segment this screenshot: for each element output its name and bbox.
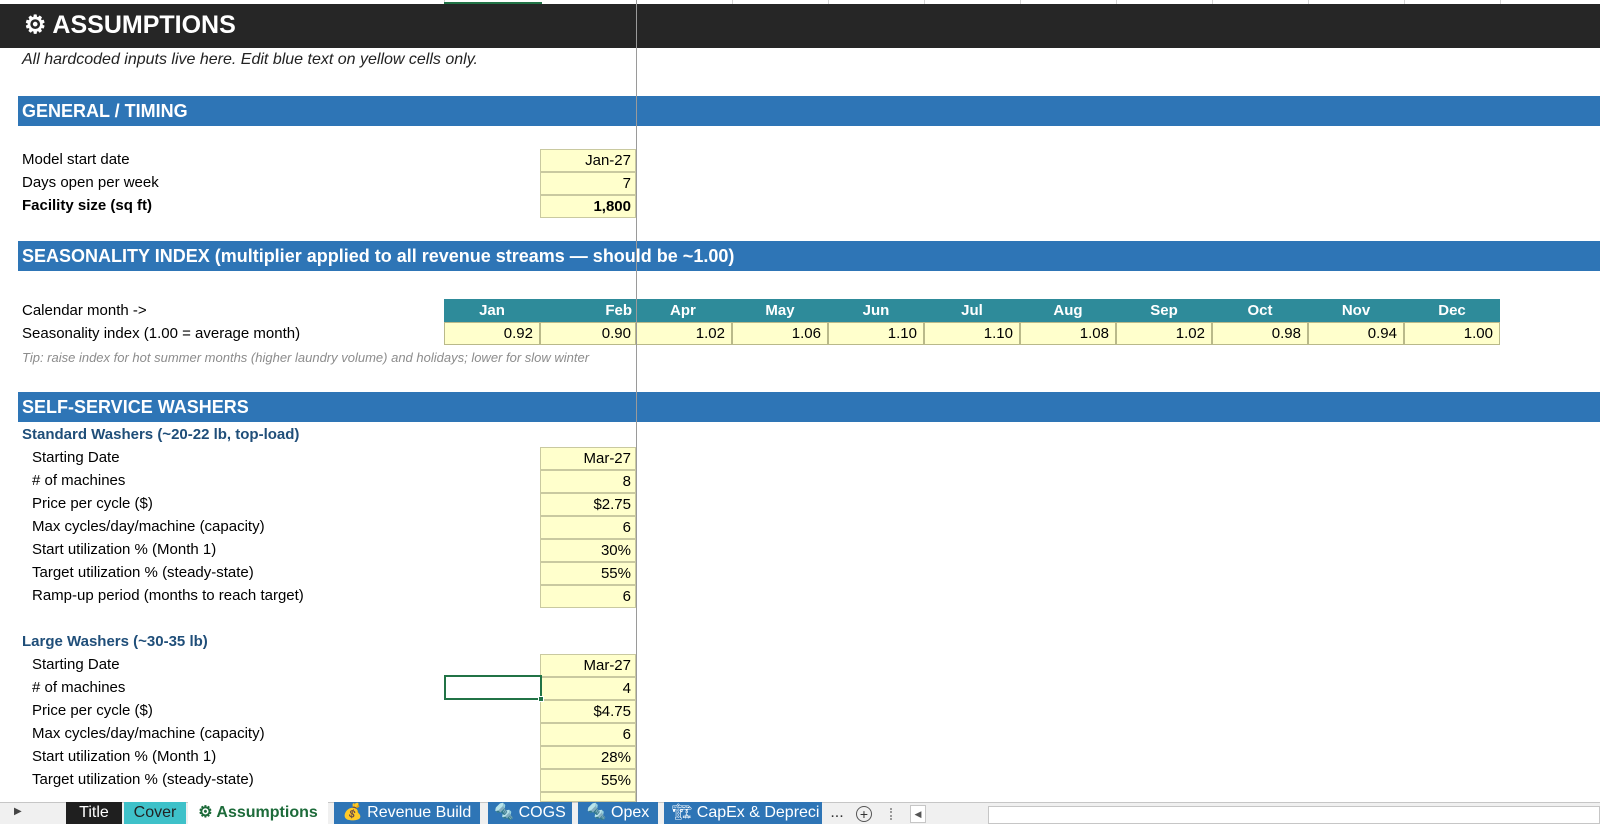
seasonality-cell-sep[interactable]: 1.02 (1116, 322, 1212, 345)
std-target-util-cell[interactable]: 55% (540, 562, 636, 585)
scroll-left-icon[interactable]: ◀ (910, 805, 926, 823)
sheet-subtitle: All hardcoded inputs live here. Edit blu… (22, 51, 478, 68)
freeze-pane-divider (636, 0, 637, 802)
std-price-label: Price per cycle ($) (32, 495, 153, 512)
month-header-feb: Feb (540, 299, 636, 322)
seasonality-tip: Tip: raise index for hot summer months (… (22, 350, 590, 365)
seasonality-cell-aug[interactable]: 1.08 (1020, 322, 1116, 345)
tab-capex[interactable]: 🏗 CapEx & Depreci (664, 802, 822, 824)
seasonality-cell-jan[interactable]: 0.92 (444, 322, 540, 345)
lg-start-date-label: Starting Date (32, 656, 120, 673)
tab-title[interactable]: Title (66, 802, 122, 824)
section-general-header: GENERAL / TIMING (18, 96, 1600, 126)
month-header-apr: Apr (636, 299, 732, 322)
seasonality-cell-feb[interactable]: 0.90 (540, 322, 636, 345)
facility-size-cell[interactable]: 1,800 (540, 195, 636, 218)
tab-cover[interactable]: Cover (124, 802, 186, 824)
horizontal-scrollbar[interactable] (988, 806, 1600, 824)
model-start-date-label: Model start date (22, 151, 130, 168)
seasonality-index-label: Seasonality index (1.00 = average month) (22, 325, 301, 342)
month-header-nov: Nov (1308, 299, 1404, 322)
facility-size-label: Facility size (sq ft) (22, 197, 153, 214)
lg-price-label: Price per cycle ($) (32, 702, 153, 719)
fill-handle[interactable] (538, 696, 544, 702)
seasonality-cell-apr[interactable]: 1.02 (636, 322, 732, 345)
month-header-jan: Jan (444, 299, 540, 322)
month-header-jun: Jun (828, 299, 924, 322)
active-cell-selection[interactable] (444, 675, 542, 700)
std-price-cell[interactable]: $2.75 (540, 493, 636, 516)
std-start-date-label: Starting Date (32, 449, 120, 466)
lg-price-cell[interactable]: $4.75 (540, 700, 636, 723)
days-open-cell[interactable]: 7 (540, 172, 636, 195)
lg-start-util-label: Start utilization % (Month 1) (32, 748, 217, 765)
lg-machines-cell[interactable]: 4 (540, 677, 636, 700)
month-header-dec: Dec (1404, 299, 1500, 322)
section-title: GENERAL / TIMING (22, 101, 188, 121)
month-header-oct: Oct (1212, 299, 1308, 322)
tab-more-icon[interactable]: ... (826, 802, 848, 824)
month-header-sep: Sep (1116, 299, 1212, 322)
sheet-title-bar: ⚙ ASSUMPTIONS (0, 4, 1600, 48)
large-washers-title: Large Washers (~30-35 lb) (22, 633, 208, 650)
model-start-date-cell[interactable]: Jan-27 (540, 149, 636, 172)
std-start-util-cell[interactable]: 30% (540, 539, 636, 562)
month-header-aug: Aug (1020, 299, 1116, 322)
std-target-util-label: Target utilization % (steady-state) (32, 564, 254, 581)
seasonality-cell-dec[interactable]: 1.00 (1404, 322, 1500, 345)
tab-scroll-first-icon[interactable]: ▶ (14, 806, 22, 817)
std-capacity-cell[interactable]: 6 (540, 516, 636, 539)
section-title: SELF-SERVICE WASHERS (22, 397, 249, 417)
lg-target-util-cell[interactable]: 55% (540, 769, 636, 792)
section-washers-header: SELF-SERVICE WASHERS (18, 392, 1600, 422)
calendar-month-label: Calendar month -> (22, 302, 147, 319)
lg-capacity-cell[interactable]: 6 (540, 723, 636, 746)
lg-start-date-cell[interactable]: Mar-27 (540, 654, 636, 677)
tab-cogs[interactable]: 🔩 COGS (488, 802, 572, 824)
lg-start-util-cell[interactable]: 28% (540, 746, 636, 769)
lg-target-util-label: Target utilization % (steady-state) (32, 771, 254, 788)
tab-splitter-handle[interactable] (890, 808, 892, 820)
std-ramp-cell[interactable]: 6 (540, 585, 636, 608)
month-header-may: May (732, 299, 828, 322)
tab-revenue-build[interactable]: 💰 Revenue Build (334, 802, 480, 824)
std-start-date-cell[interactable]: Mar-27 (540, 447, 636, 470)
section-title: SEASONALITY INDEX (multiplier applied to… (22, 246, 735, 266)
seasonality-cell-may[interactable]: 1.06 (732, 322, 828, 345)
seasonality-cell-nov[interactable]: 0.94 (1308, 322, 1404, 345)
add-sheet-icon[interactable]: + (856, 806, 872, 822)
seasonality-cell-jul[interactable]: 1.10 (924, 322, 1020, 345)
lg-capacity-label: Max cycles/day/machine (capacity) (32, 725, 265, 742)
std-capacity-label: Max cycles/day/machine (capacity) (32, 518, 265, 535)
std-ramp-label: Ramp-up period (months to reach target) (32, 587, 304, 604)
tab-opex[interactable]: 🔩 Opex (578, 802, 658, 824)
tab-assumptions[interactable]: ⚙ Assumptions (188, 802, 328, 824)
section-seasonality-header: SEASONALITY INDEX (multiplier applied to… (18, 241, 1600, 271)
sheet-title: ⚙ ASSUMPTIONS (24, 11, 236, 39)
month-header-jul: Jul (924, 299, 1020, 322)
next-row-cell[interactable] (540, 792, 636, 802)
days-open-label: Days open per week (22, 174, 159, 191)
std-start-util-label: Start utilization % (Month 1) (32, 541, 217, 558)
std-machines-cell[interactable]: 8 (540, 470, 636, 493)
standard-washers-title: Standard Washers (~20-22 lb, top-load) (22, 426, 300, 443)
seasonality-cell-oct[interactable]: 0.98 (1212, 322, 1308, 345)
lg-machines-label: # of machines (32, 679, 126, 696)
std-machines-label: # of machines (32, 472, 126, 489)
seasonality-cell-jun[interactable]: 1.10 (828, 322, 924, 345)
